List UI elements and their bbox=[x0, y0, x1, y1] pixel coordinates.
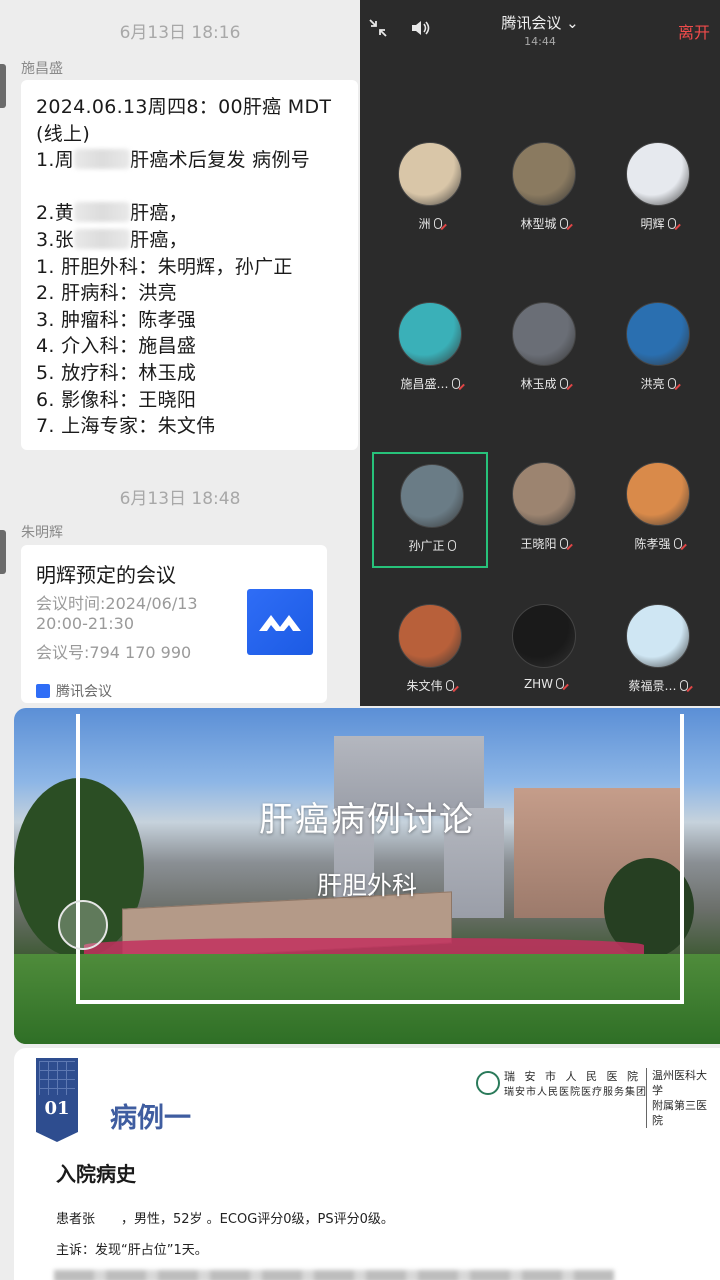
participant-avatar bbox=[626, 462, 690, 526]
participant-name: 洪亮 bbox=[600, 375, 716, 392]
chat-panel: 6月13日 18:16 施昌盛 2024.06.13周四8：00肝癌 MDT (… bbox=[0, 0, 360, 706]
slide-subtitle: 肝胆外科 bbox=[316, 871, 417, 900]
mic-muted-icon bbox=[667, 378, 676, 389]
mic-muted-icon bbox=[679, 680, 688, 691]
participant-tile[interactable]: 洪亮 bbox=[600, 292, 716, 408]
participant-tile[interactable]: 陈孝强 bbox=[600, 452, 716, 568]
participant-name: 林型城 bbox=[486, 215, 602, 232]
participant-name: 孙广正 bbox=[374, 537, 490, 554]
redacted-name bbox=[74, 202, 131, 223]
participant-avatar bbox=[512, 462, 576, 526]
card-app-source: 腾讯会议 bbox=[36, 681, 112, 701]
participant-avatar bbox=[512, 142, 576, 206]
mic-muted-icon bbox=[445, 680, 454, 691]
participant-avatar bbox=[626, 142, 690, 206]
mic-muted-icon bbox=[559, 218, 568, 229]
mic-muted-icon bbox=[451, 378, 460, 389]
meeting-card[interactable]: 明辉预定的会议 会议时间:2024/06/13 20:00-21:30 会议号:… bbox=[21, 545, 327, 703]
participant-tile[interactable]: 施昌盛… bbox=[372, 292, 488, 408]
tencent-meeting-logo-icon bbox=[247, 589, 313, 655]
redacted-text bbox=[54, 1270, 614, 1280]
meeting-id: 会议号:794 170 990 bbox=[36, 643, 192, 662]
participant-tile[interactable]: 孙广正 bbox=[372, 452, 488, 568]
participant-avatar bbox=[400, 464, 464, 528]
message-text: 2024.06.13周四8：00肝癌 MDT (线上) 1.周 肝癌术后复发 病例… bbox=[36, 96, 332, 438]
mic-muted-icon bbox=[556, 678, 565, 689]
participant-tile[interactable]: 林玉成 bbox=[486, 292, 602, 408]
meeting-title[interactable]: 腾讯会议 ⌄ bbox=[360, 12, 720, 33]
mic-on-icon bbox=[447, 540, 456, 551]
leave-button[interactable]: 离开 bbox=[678, 19, 710, 43]
redacted-name bbox=[74, 149, 131, 170]
participant-avatar bbox=[626, 604, 690, 668]
meeting-clock: 14:44 bbox=[524, 35, 556, 48]
avatar[interactable] bbox=[0, 64, 6, 108]
mic-muted-icon bbox=[673, 538, 682, 549]
participant-tile[interactable]: 林型城 bbox=[486, 132, 602, 248]
mic-muted-icon bbox=[433, 218, 442, 229]
case-title: 病例一 bbox=[110, 1103, 191, 1134]
avatar[interactable] bbox=[0, 530, 6, 574]
message-bubble[interactable]: 2024.06.13周四8：00肝癌 MDT (线上) 1.周 肝癌术后复发 病例… bbox=[21, 80, 358, 450]
meeting-card-title: 明辉预定的会议 bbox=[36, 563, 176, 587]
chevron-down-icon: ⌄ bbox=[566, 14, 579, 32]
chief-complaint: 主诉：发现“肝占位”1天。 bbox=[56, 1243, 208, 1258]
sender-name: 施昌盛 bbox=[21, 61, 63, 77]
participant-avatar bbox=[626, 302, 690, 366]
participant-avatar bbox=[398, 142, 462, 206]
participant-name: 明辉 bbox=[600, 215, 716, 232]
slide-title: 肝癌病例讨论 bbox=[259, 800, 475, 840]
slide-banner: 肝癌病例讨论 肝胆外科 bbox=[14, 708, 720, 1044]
participant-avatar bbox=[398, 302, 462, 366]
participant-name: 朱文伟 bbox=[372, 677, 488, 694]
case-slide: 01 病例一 瑞 安 市 人 民 医 院 瑞安市人民医院医疗服务集团 温州医科大… bbox=[14, 1048, 720, 1280]
tencent-meeting-mini-icon bbox=[36, 684, 50, 698]
participant-name: 蔡福景… bbox=[600, 677, 716, 694]
slide-frame bbox=[76, 714, 684, 1004]
participant-name: 林玉成 bbox=[486, 375, 602, 392]
participant-tile[interactable]: ZHW bbox=[486, 594, 602, 706]
participant-tile[interactable]: 洲 bbox=[372, 132, 488, 248]
participant-name: 王晓阳 bbox=[486, 535, 602, 552]
participant-avatar bbox=[512, 604, 576, 668]
participant-name: ZHW bbox=[486, 677, 602, 691]
participant-avatar bbox=[398, 604, 462, 668]
hospital-emblem-icon bbox=[476, 1071, 500, 1095]
participant-avatar bbox=[512, 302, 576, 366]
participant-tile[interactable]: 蔡福景… bbox=[600, 594, 716, 706]
participant-tile[interactable]: 朱文伟 bbox=[372, 594, 488, 706]
meeting-time-range: 20:00-21:30 bbox=[36, 614, 134, 633]
participant-tile[interactable]: 明辉 bbox=[600, 132, 716, 248]
redacted-name bbox=[74, 228, 131, 249]
participant-name: 洲 bbox=[372, 215, 488, 232]
participant-name: 施昌盛… bbox=[372, 375, 488, 392]
sender-name: 朱明辉 bbox=[21, 525, 63, 541]
mic-muted-icon bbox=[559, 378, 568, 389]
hospital-logo: 瑞 安 市 人 民 医 院 瑞安市人民医院医疗服务集团 温州医科大学 附属第三医院 bbox=[476, 1068, 708, 1128]
case-number-badge: 01 bbox=[36, 1058, 78, 1132]
message-timestamp: 6月13日 18:48 bbox=[119, 489, 241, 509]
section-heading: 入院病史 bbox=[56, 1162, 136, 1186]
hospital-seal-icon bbox=[58, 900, 108, 950]
mic-muted-icon bbox=[667, 218, 676, 229]
meeting-time: 会议时间:2024/06/13 bbox=[36, 594, 198, 613]
participant-name: 陈孝强 bbox=[600, 535, 716, 552]
patient-info: 患者张 ，男性，52岁 。ECOG评分0级，PS评分0级。 bbox=[56, 1212, 394, 1227]
mic-muted-icon bbox=[559, 538, 568, 549]
participant-tile[interactable]: 王晓阳 bbox=[486, 452, 602, 568]
message-timestamp: 6月13日 18:16 bbox=[119, 23, 241, 43]
meeting-panel: 腾讯会议 ⌄ 14:44 离开 洲林型城 明辉施昌盛… 林玉成 洪亮孙广正 王晓阳 陈孝强… bbox=[360, 0, 720, 706]
